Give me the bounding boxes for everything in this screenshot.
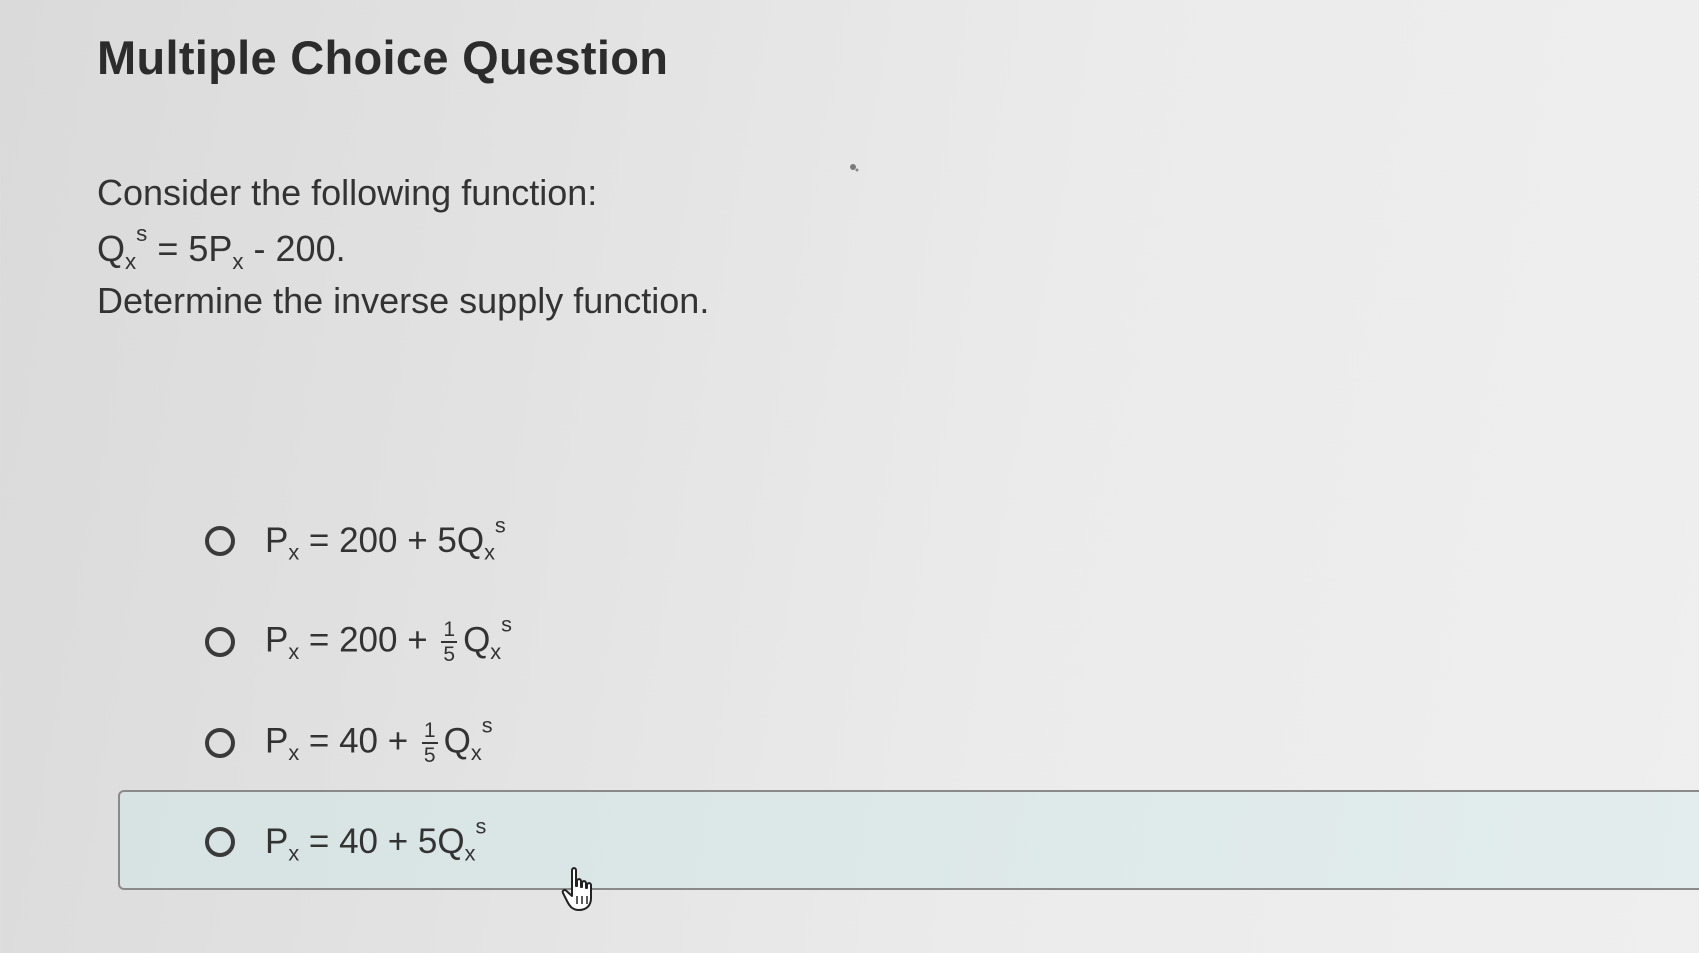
answer-option-c[interactable]: Px = 40 + 1 5 Qxs: [205, 713, 493, 773]
option-c-label: Px = 40 + 1 5 Qxs: [265, 712, 493, 767]
option-d-label: Px = 40 + 5Qxs: [265, 813, 487, 866]
radio-unchecked-icon[interactable]: [205, 827, 235, 857]
answer-option-b[interactable]: Px = 200 + 1 5 Qxs: [205, 612, 512, 672]
answer-option-d[interactable]: Px = 40 + 5Qxs: [205, 812, 486, 872]
prompt-intro: Consider the following function:: [97, 172, 598, 213]
question-type-title: Multiple Choice Question: [97, 31, 669, 84]
radio-unchecked-icon[interactable]: [205, 627, 235, 657]
hand-pointer-icon: [561, 867, 592, 911]
supply-equation: Qxs = 5Px - 200.: [97, 222, 346, 272]
fraction-one-fifth: 15: [441, 618, 458, 666]
eq-lhs-sup: s: [136, 220, 148, 246]
eq-lhs-sub: x: [125, 248, 137, 274]
radio-unchecked-icon[interactable]: [205, 526, 235, 556]
prompt-instruction: Determine the inverse supply function.: [97, 280, 710, 321]
eq-rhs-sub: x: [232, 248, 244, 274]
eq-tail: - 200.: [243, 228, 346, 269]
radio-unchecked-icon[interactable]: [205, 728, 235, 758]
fraction-one-fifth: 15: [421, 719, 438, 767]
option-a-label: Px = 200 + 5Qxs: [265, 512, 506, 565]
eq-op: = 5P: [147, 228, 233, 269]
answer-option-a[interactable]: Px = 200 + 5Qxs: [205, 511, 506, 571]
dust-speck: [850, 164, 859, 172]
eq-lhs-base: Q: [97, 228, 126, 269]
option-b-label: Px = 200 + 1 5 Qxs: [265, 611, 512, 666]
